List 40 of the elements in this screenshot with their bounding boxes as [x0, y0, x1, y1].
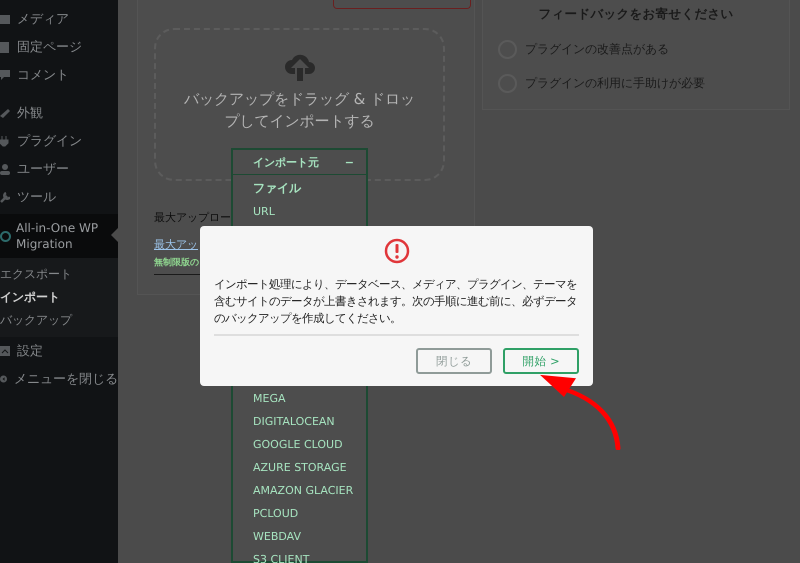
menu-item[interactable]: メニューを閉じる: [14, 370, 118, 388]
menu-item[interactable]: 外観: [17, 104, 43, 122]
user-icon: [0, 164, 10, 174]
start-button[interactable]: 開始 >: [503, 348, 579, 374]
source-option[interactable]: PCLOUD: [233, 502, 366, 525]
dropdown-title: インポート元: [253, 154, 319, 170]
menu-item[interactable]: コメント: [17, 66, 69, 84]
source-option[interactable]: AZURE STORAGE: [233, 456, 366, 479]
menu-item[interactable]: インポート: [0, 289, 60, 306]
source-option[interactable]: WEBDAV: [233, 525, 366, 548]
close-button[interactable]: 閉じる: [416, 348, 492, 374]
collapse-toggle[interactable]: −: [344, 156, 354, 168]
circle-icon: [0, 230, 11, 242]
menu-item[interactable]: ツール: [17, 188, 56, 206]
menu-item[interactable]: 設定: [17, 342, 43, 360]
menu-item[interactable]: エクスポート: [0, 266, 72, 283]
media-icon: [0, 14, 10, 24]
max-upload-label: 最大アップロー: [154, 210, 231, 225]
brush-icon: [0, 108, 10, 118]
wrench-icon: [0, 192, 10, 202]
menu-item[interactable]: プラグイン: [17, 132, 82, 150]
comment-icon: [0, 70, 10, 80]
menu-item[interactable]: バックアップ: [0, 312, 72, 329]
menu-item[interactable]: メディア: [17, 10, 69, 28]
max-upload-link[interactable]: 最大アッ: [154, 237, 198, 252]
dropdown-header[interactable]: インポート元 −: [233, 150, 366, 175]
source-option[interactable]: AMAZON GLACIER: [233, 479, 366, 502]
warning-message: インポート処理により、データベース、メディア、プラグイン、テーマを含むサイトのデータが上書きされます。次の手順に進む前に、必ずデータのバックアップを作成してください。: [214, 277, 578, 327]
page-icon: [0, 42, 10, 52]
source-option[interactable]: GOOGLE CLOUD: [233, 433, 366, 456]
source-option[interactable]: S3 CLIENT: [233, 548, 366, 563]
source-option[interactable]: MEGA: [233, 387, 366, 410]
cloud-upload-icon: [284, 52, 316, 82]
source-option[interactable]: URL: [233, 200, 366, 223]
menu-item[interactable]: 固定ページ: [17, 38, 82, 56]
source-option[interactable]: DIGITALOCEAN: [233, 410, 366, 433]
dropzone-text: バックアップをドラッグ & ドロップしてインポートする: [182, 89, 416, 132]
plug-icon: [0, 136, 10, 146]
warning-icon: [384, 238, 410, 264]
menu-item[interactable]: ユーザー: [17, 160, 69, 178]
